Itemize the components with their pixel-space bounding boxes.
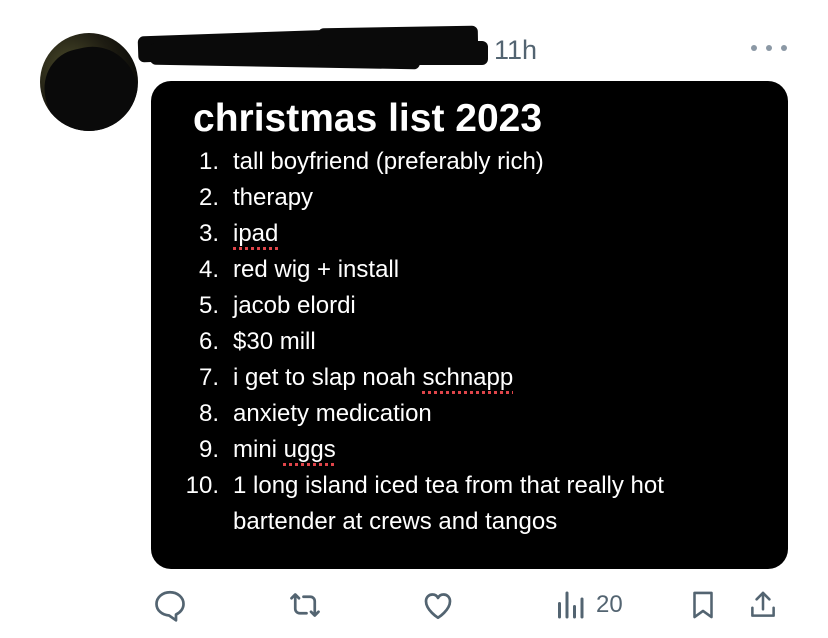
list-item: 5. jacob elordi [151,288,713,324]
list-item-number: 6. [198,328,219,355]
like-button[interactable] [420,585,456,625]
retweet-icon [290,593,320,617]
bookmark-button[interactable] [686,585,720,625]
christmas-list: 1. tall boyfriend (preferably rich) 2. the… [151,144,713,540]
list-item-text: i get to slap noah schnapp [233,360,513,396]
ellipsis-icon[interactable] [751,37,787,59]
views-count: 20 [596,591,623,618]
reply-button[interactable] [152,585,188,625]
heart-icon [424,593,452,620]
list-item-text: 1 long island iced tea from that really … [233,472,664,535]
avatar-redaction [40,38,138,131]
list-item: 8. anxiety medication [151,396,713,432]
retweet-button[interactable] [286,585,324,625]
list-item-number: 9. [198,436,219,463]
list-item-text: therapy [233,184,314,211]
tweet: 11h christmas list 2023 1. tall boyfriend… [0,0,828,638]
list-item-text: tall boyfriend (preferably rich) [233,148,544,175]
bar-chart-icon [558,591,584,619]
list-item-text-plain: mini [233,436,284,463]
list-item-number: 3. [198,220,219,247]
list-item-text: ipad [233,220,279,247]
list-item: 2. therapy [151,180,713,216]
list-item: 7. i get to slap noah schnapp [151,360,713,396]
display-name-redacted[interactable] [137,25,490,70]
list-item-number: 1. [198,148,219,175]
views-button[interactable]: 20 [552,585,623,625]
list-item-number: 2. [198,184,219,211]
list-item-number: 7. [198,364,219,391]
tweet-media-image[interactable]: christmas list 2023 1. tall boyfriend (pr… [151,81,788,569]
list-item-text: jacob elordi [233,292,356,319]
tweet-timestamp[interactable]: 11h [494,34,537,66]
spellcheck-flagged-word: uggs [283,436,336,463]
note-title: christmas list 2023 [193,97,543,140]
list-item-number: 8. [198,400,219,427]
list-item-text-plain: i get to slap noah [233,364,423,391]
list-item-number: 5. [198,292,219,319]
avatar[interactable] [40,33,138,131]
share-icon [751,591,775,617]
list-item-text: mini uggs [233,432,336,468]
reply-icon [155,590,185,622]
list-item-text: anxiety medication [233,400,432,427]
list-item-number: 10. [185,472,219,499]
list-item: 6. $30 mill [151,324,713,360]
tweet-action-bar: 20 [150,585,790,629]
list-item-number: 4. [198,256,219,283]
bookmark-icon [693,591,713,619]
list-item-text: red wig + install [233,256,400,283]
share-button[interactable] [746,585,780,625]
list-item: 4. red wig + install [151,252,713,288]
spellcheck-flagged-word: schnapp [422,364,514,391]
list-item: 1. tall boyfriend (preferably rich) [151,144,713,180]
list-item-text: $30 mill [233,328,316,355]
list-item: 3. ipad [151,216,713,252]
list-item: 10. 1 long island iced tea from that real… [151,468,713,540]
list-item: 9. mini uggs [151,432,713,468]
